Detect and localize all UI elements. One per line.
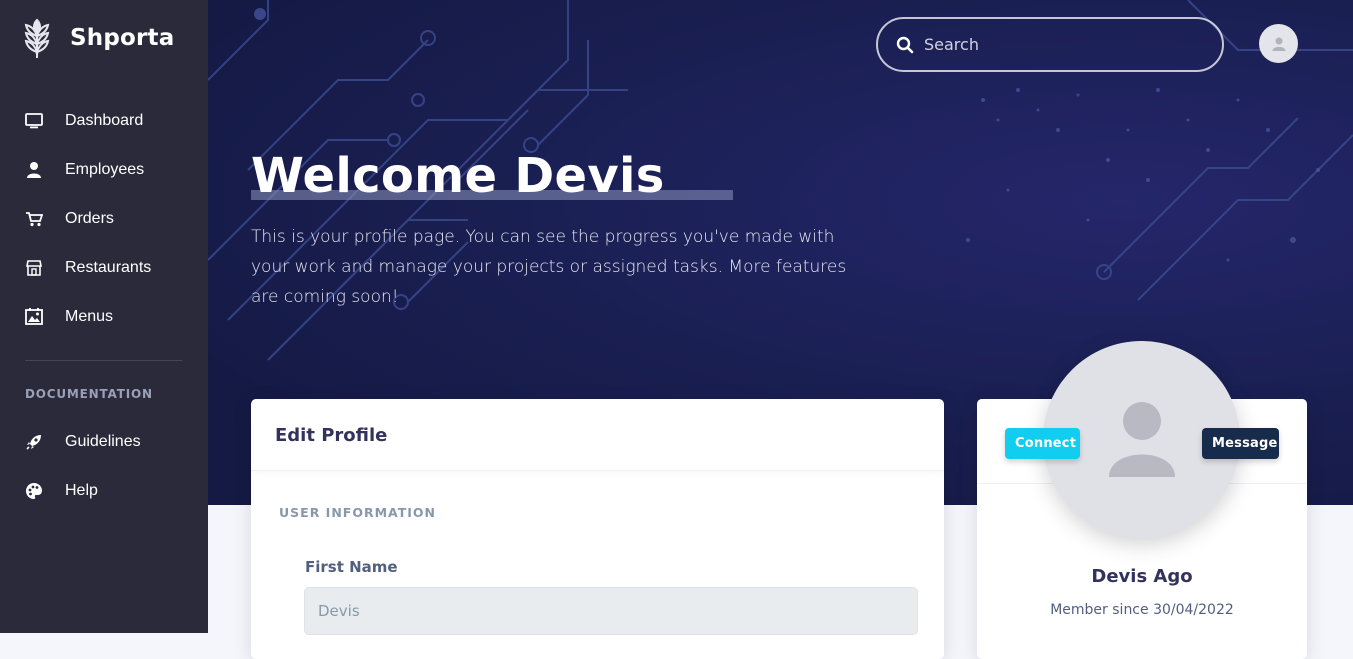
sidebar-item-employees[interactable]: Employees [0, 145, 208, 194]
store-icon [24, 258, 44, 278]
avatar-placeholder-icon [1108, 401, 1175, 477]
edit-profile-header: Edit Profile [251, 399, 944, 471]
user-information-heading: USER INFORMATION [279, 505, 436, 520]
intro-text: This is your profile page. You can see t… [251, 227, 847, 307]
profile-name: Devis Ago [1091, 566, 1193, 587]
sidebar-item-label: Menus [65, 307, 114, 325]
sidebar-nav: Dashboard Employees Orders Restaurants M… [0, 96, 208, 341]
first-name-field[interactable] [304, 587, 918, 635]
sidebar-item-orders[interactable]: Orders [0, 194, 208, 243]
message-button[interactable]: Message [1202, 428, 1279, 459]
member-since: Member since 30/04/2022 [1050, 602, 1234, 618]
sidebar-item-label: Orders [65, 209, 114, 227]
sidebar-section-title: DOCUMENTATION [25, 387, 153, 401]
brand[interactable]: Shporta [22, 16, 174, 60]
sidebar-item-restaurants[interactable]: Restaurants [0, 243, 208, 292]
cart-icon [24, 209, 44, 229]
user-icon [24, 160, 44, 180]
connect-button[interactable]: Connect [1005, 428, 1080, 459]
first-name-label: First Name [305, 558, 398, 576]
page-title: Welcome Devis [251, 148, 665, 204]
sidebar-item-label: Employees [65, 160, 145, 178]
sidebar-item-dashboard[interactable]: Dashboard [0, 96, 208, 145]
sidebar-item-label: Guidelines [65, 432, 141, 450]
palette-icon [24, 481, 44, 501]
wheat-logo-icon [24, 18, 50, 58]
avatar-placeholder-icon [1272, 37, 1285, 51]
sidebar: Shporta Dashboard Employees Orders Resta… [0, 0, 208, 633]
brand-name: Shporta [70, 25, 175, 51]
search-input[interactable] [924, 35, 1194, 54]
edit-profile-card: Edit Profile USER INFORMATION First Name [251, 399, 944, 659]
documentation-nav: Guidelines Help [0, 417, 208, 515]
user-avatar-button[interactable] [1259, 24, 1298, 63]
sidebar-item-guidelines[interactable]: Guidelines [0, 417, 208, 466]
edit-profile-title: Edit Profile [275, 425, 388, 446]
image-icon [24, 307, 44, 327]
sidebar-item-label: Help [65, 481, 98, 499]
main-content: Welcome Devis This is your profile page.… [208, 0, 1353, 659]
sidebar-item-label: Restaurants [65, 258, 152, 276]
rocket-icon [24, 432, 44, 452]
monitor-icon [24, 111, 44, 131]
sidebar-item-label: Dashboard [65, 111, 144, 129]
sidebar-item-help[interactable]: Help [0, 466, 208, 515]
sidebar-divider [25, 360, 182, 361]
search-icon [896, 36, 914, 53]
sidebar-item-menus[interactable]: Menus [0, 292, 208, 341]
search-box[interactable] [876, 17, 1224, 72]
